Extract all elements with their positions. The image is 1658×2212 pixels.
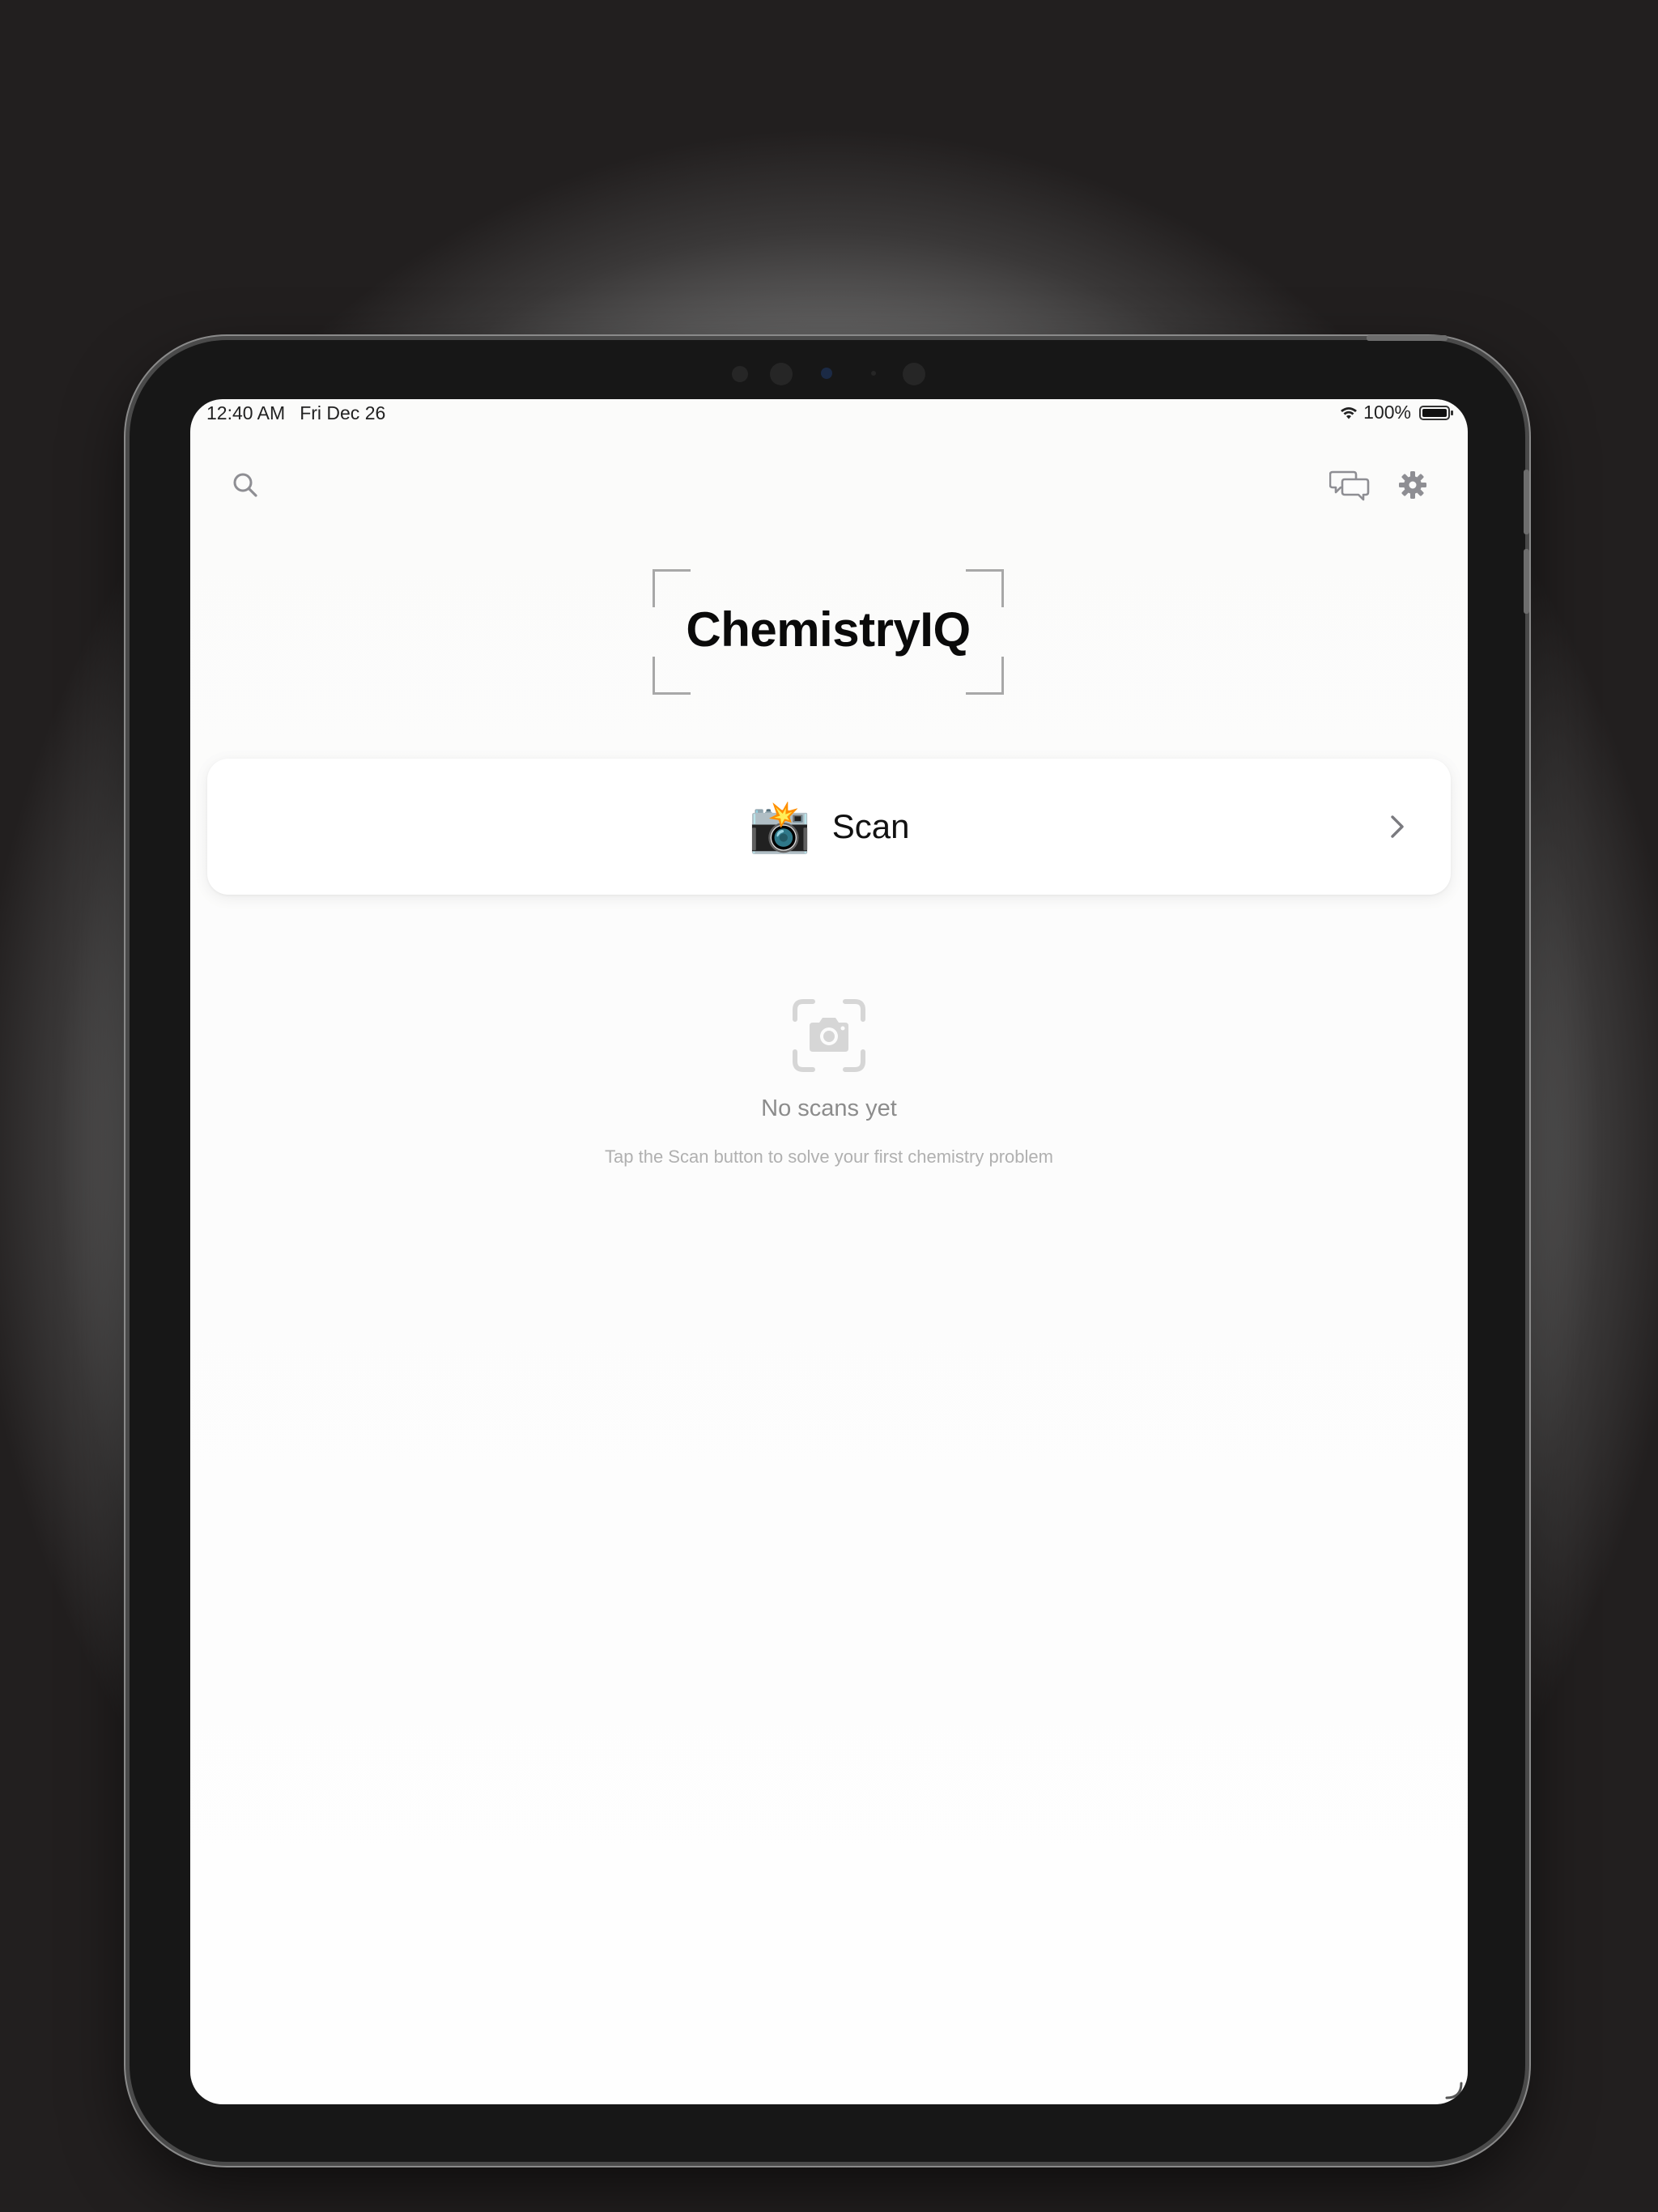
camera-flash-icon: 📸 bbox=[748, 797, 811, 856]
battery-icon bbox=[1419, 405, 1453, 420]
volume-up-button bbox=[1524, 470, 1529, 534]
search-button[interactable] bbox=[223, 462, 268, 508]
status-bar: 12:40 AM Fri Dec 26 100% bbox=[190, 399, 1468, 427]
ipad-device-frame: 12:40 AM Fri Dec 26 100% ChemistryIQ 📸 S… bbox=[130, 335, 1529, 2162]
chevron-right-icon bbox=[1391, 815, 1404, 838]
viewfinder-corner bbox=[966, 657, 1004, 695]
battery-percentage: 100% bbox=[1363, 402, 1411, 423]
app-logo: ChemistryIQ bbox=[653, 569, 1004, 695]
app-screen: 12:40 AM Fri Dec 26 100% ChemistryIQ 📸 S… bbox=[190, 399, 1468, 2104]
chat-button[interactable] bbox=[1324, 462, 1375, 508]
empty-state-title: No scans yet bbox=[761, 1095, 897, 1121]
volume-down-button bbox=[1524, 549, 1529, 614]
empty-state: No scans yet Tap the Scan button to solv… bbox=[190, 998, 1468, 1168]
scan-button[interactable]: 📸 Scan bbox=[207, 759, 1451, 895]
scan-label: Scan bbox=[831, 807, 910, 845]
top-button bbox=[1367, 335, 1448, 341]
resize-corner-icon bbox=[1445, 2082, 1463, 2099]
status-time: 12:40 AM bbox=[206, 402, 286, 423]
camera-viewfinder-icon bbox=[793, 999, 865, 1072]
app-title: ChemistryIQ bbox=[686, 602, 971, 657]
gear-icon bbox=[1399, 471, 1426, 499]
empty-state-subtitle: Tap the Scan button to solve your first … bbox=[605, 1146, 1053, 1167]
viewfinder-corner bbox=[653, 657, 691, 695]
front-camera-array bbox=[130, 356, 1525, 389]
wifi-icon bbox=[1341, 406, 1358, 419]
chat-bubbles-icon bbox=[1329, 470, 1370, 501]
status-date: Fri Dec 26 bbox=[300, 402, 386, 423]
settings-button[interactable] bbox=[1390, 462, 1435, 508]
search-icon bbox=[233, 473, 257, 497]
